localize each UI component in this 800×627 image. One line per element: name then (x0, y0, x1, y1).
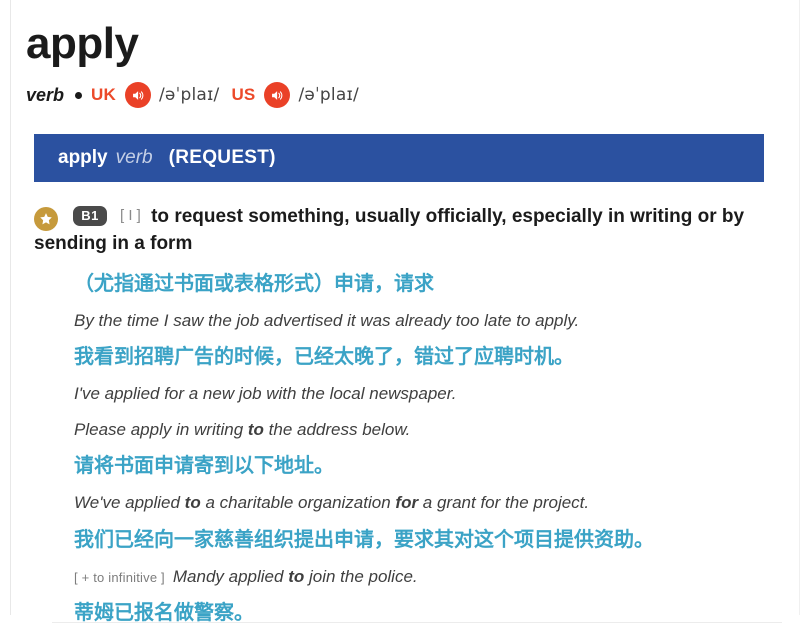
example-sentence: [ + to infinitive ] Mandy applied to join… (74, 564, 782, 590)
pronunciation-row: verb UK /əˈplaɪ/ US /əˈplaɪ/ (22, 80, 782, 110)
speaker-icon-uk[interactable] (125, 82, 151, 108)
sense-header-bar: apply verb (REQUEST) (34, 134, 764, 182)
star-icon[interactable] (34, 207, 58, 231)
region-label-us: US (231, 85, 256, 104)
ipa-us: /əˈplaɪ/ (298, 85, 359, 105)
definition-line: B1 [ I ] to request something, usually o… (34, 204, 782, 258)
example-highlight: to (247, 419, 264, 439)
dictionary-entry: apply verb UK /əˈplaɪ/ US /əˈplaɪ/ apply… (0, 0, 800, 627)
level-badge[interactable]: B1 (73, 206, 107, 227)
example-text: Please apply in writing (74, 419, 248, 439)
sense-header-guideword: (REQUEST) (168, 147, 276, 168)
sense-header-pos: verb (115, 147, 153, 168)
speaker-icon-us[interactable] (264, 82, 291, 108)
example-text: We've applied (74, 493, 185, 513)
page-title: apply (26, 19, 139, 68)
example-sentence: By the time I saw the job advertised it … (74, 308, 782, 334)
separator-dot-icon (75, 91, 83, 99)
example-sentence: I've applied for a new job with the loca… (74, 381, 782, 407)
sense-block: B1 [ I ] to request something, usually o… (22, 204, 782, 627)
region-label-uk: UK (91, 85, 116, 104)
example-grammar-label: [ + to infinitive ] (74, 569, 165, 585)
example-highlight: to (184, 493, 201, 513)
definition-translation: （尤指通过书面或表格形式）申请，请求 (74, 270, 434, 295)
example-text-tail: a grant for the project. (418, 493, 590, 513)
example-translation: 我们已经向一家慈善组织提出申请，要求其对这个项目提供资助。 (74, 526, 654, 551)
example-text: Mandy applied (172, 566, 289, 586)
ipa-uk: /əˈplaɪ/ (159, 85, 220, 105)
example-sentence: Please apply in writing to the address b… (74, 417, 782, 443)
example-text-tail: the address below. (263, 419, 411, 439)
example-translation: 我看到招聘广告的时候，已经太晚了，错过了应聘时机。 (74, 344, 574, 369)
example-translation: 请将书面申请寄到以下地址。 (74, 453, 334, 478)
example-text-mid: a charitable organization (200, 493, 396, 513)
grammar-label: [ I ] (119, 207, 141, 224)
example-sentence: We've applied to a charitable organizati… (74, 490, 782, 516)
sense-header-word: apply (58, 147, 108, 168)
example-text: By the time I saw the job advertised it … (74, 310, 580, 330)
example-text-tail: join the police. (304, 566, 418, 586)
example-highlight: to (288, 566, 305, 586)
section-divider (52, 622, 782, 624)
example-highlight-2: for (395, 493, 419, 513)
part-of-speech-label: verb (26, 84, 65, 105)
example-text: I've applied for a new job with the loca… (74, 384, 457, 404)
